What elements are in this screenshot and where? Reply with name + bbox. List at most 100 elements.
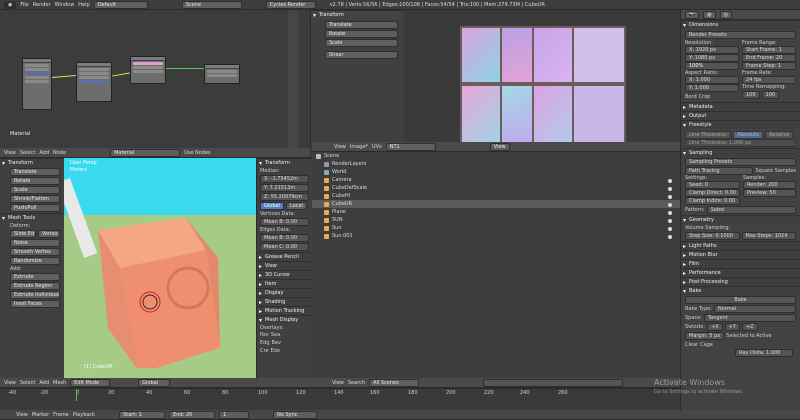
transform-panel-header[interactable]: Transform	[311, 10, 404, 19]
viewport-mesh-menu[interactable]: Mesh	[53, 380, 66, 386]
seams-checkbox[interactable]: Sea	[271, 332, 280, 338]
edge-marks-checkbox[interactable]: Ede	[271, 348, 280, 354]
outliner-sun[interactable]: Sun	[312, 224, 680, 232]
orientation-dropdown[interactable]: Global	[138, 378, 171, 387]
rotate-button[interactable]: Rotate	[325, 30, 398, 38]
sampling-presets-dropdown[interactable]: Sampling Presets	[685, 158, 796, 166]
smooth-vertex-tool[interactable]: Smooth Vertex	[10, 248, 60, 256]
remap-old[interactable]: 100	[742, 90, 760, 99]
layout-selector[interactable]: Default	[93, 0, 148, 9]
frame-step[interactable]: Frame Step: 1	[742, 62, 796, 70]
light-paths-header[interactable]: Light Paths	[681, 241, 800, 250]
cage-checkbox[interactable]: Cage	[700, 342, 713, 348]
slide-edge-tool[interactable]: Slide Ed	[10, 230, 36, 238]
timeline[interactable]: -40 -20 0 20 40 60 80 100 120 140 160 18…	[0, 388, 680, 410]
edge-mean-bevel[interactable]: Mean B: 0.00	[260, 234, 309, 242]
mesh-tools-header[interactable]: Mesh Tools	[0, 213, 64, 222]
n-transform-header[interactable]: Transform	[257, 158, 312, 167]
mesh-display-header[interactable]: Mesh Display	[257, 315, 312, 324]
current-frame-field[interactable]: 1	[219, 410, 250, 419]
noise-tool[interactable]: Noise	[10, 239, 60, 247]
3d-viewport[interactable]: User Persp Meters (1) CubeUR	[64, 158, 256, 378]
resolution-x[interactable]: X: 1920 px	[685, 46, 739, 54]
translate-button[interactable]: Translate	[325, 21, 398, 29]
square-samples-checkbox[interactable]: Square Samples	[755, 168, 796, 174]
timeline-marker-menu[interactable]: Marker	[32, 412, 49, 418]
swizzle-y[interactable]: +Y	[724, 322, 740, 331]
max-steps-field[interactable]: Max Steps: 1024	[741, 231, 796, 240]
sampling-header[interactable]: Sampling	[681, 148, 800, 157]
edges-checkbox[interactable]: Edg	[260, 340, 270, 346]
shear-button[interactable]: Shear	[325, 51, 398, 59]
viewport-add-menu[interactable]: Add	[39, 380, 49, 386]
absolute-button[interactable]: Absolute	[733, 130, 764, 139]
resolution-percent[interactable]: 100%	[685, 62, 739, 70]
shrink-flatten-tool[interactable]: Shrink/Flatten	[10, 195, 60, 203]
outliner-cubedefscale[interactable]: CubeDefScale	[312, 184, 680, 192]
post-processing-header[interactable]: Post Processing	[681, 277, 800, 286]
line-thickness-mode[interactable]: Line Thickness:	[685, 130, 732, 139]
space-dropdown[interactable]: Tangent	[703, 313, 796, 322]
step-size-field[interactable]: Step Size: 0.1000	[685, 231, 740, 240]
visibility-eye-icon[interactable]	[668, 195, 672, 199]
selected-to-active-checkbox[interactable]: Selected to Active	[726, 333, 771, 339]
bevel-checkbox[interactable]: Bev	[272, 340, 281, 346]
node-editor[interactable]: Material	[0, 10, 310, 148]
push-pull-tool[interactable]: Push/Pull	[10, 204, 60, 212]
uv-view-dropdown[interactable]: View	[489, 142, 510, 151]
extrude-dropdown[interactable]: Extrude	[10, 273, 60, 281]
transform-tools-header[interactable]: Transform	[0, 158, 64, 167]
aspect-x[interactable]: X: 1.000	[685, 76, 739, 84]
outliner-cubeur[interactable]: CubeUR	[312, 200, 680, 208]
uv-image-canvas[interactable]	[404, 10, 680, 148]
clear-checkbox[interactable]: Clear	[685, 342, 698, 348]
menu-render[interactable]: Render	[33, 2, 51, 8]
uv-uvs-menu[interactable]: UVs	[372, 144, 382, 150]
blender-logo-icon[interactable]: ◉	[4, 0, 17, 9]
median-y[interactable]: Y: 7.21513m	[260, 184, 309, 192]
outliner-cubehi[interactable]: CubeHI	[312, 192, 680, 200]
timeline-frame-menu[interactable]: Frame	[53, 412, 69, 418]
aspect-y[interactable]: Y: 1.000	[685, 84, 739, 92]
outliner-sun-upper[interactable]: SUN	[312, 216, 680, 224]
vertex-slide-tool[interactable]: Vertex	[37, 230, 60, 238]
uv-view-menu[interactable]: View	[334, 144, 346, 150]
ray-distance-field[interactable]: Ray Dista: 1.000	[735, 349, 793, 357]
end-frame[interactable]: End Frame: 20	[742, 54, 796, 62]
crop-checkbox[interactable]: Crop	[699, 94, 711, 100]
extrude-individual-tool[interactable]: Extrude Individual	[10, 291, 60, 299]
film-header[interactable]: Film	[681, 259, 800, 268]
add-menu[interactable]: Add	[39, 150, 49, 156]
select-menu[interactable]: Select	[20, 150, 35, 156]
mix-shader-node[interactable]	[130, 56, 166, 84]
fps-dropdown[interactable]: 24 fps	[742, 76, 796, 84]
resolution-y[interactable]: Y: 1080 px	[685, 54, 739, 62]
bake-header[interactable]: Bake	[681, 286, 800, 295]
inset-faces-tool[interactable]: Inset Faces	[10, 300, 60, 308]
timeline-playback-menu[interactable]: Playback	[73, 412, 95, 418]
menu-file[interactable]: File	[20, 2, 28, 8]
material-selector[interactable]: Material	[110, 148, 181, 157]
visibility-eye-icon[interactable]	[668, 187, 672, 191]
translate-tool[interactable]: Translate	[10, 168, 60, 176]
start-frame[interactable]: Start Frame: 1	[742, 46, 796, 54]
outliner-plane[interactable]: Plane	[312, 208, 680, 216]
node-menu[interactable]: Node	[53, 150, 66, 156]
rotate-tool[interactable]: Rotate	[10, 177, 60, 185]
freestyle-header[interactable]: Freestyle	[681, 120, 800, 129]
display-header[interactable]: Display	[257, 288, 312, 297]
extrude-region-tool[interactable]: Extrude Region	[10, 282, 60, 290]
node-sidebar-edge[interactable]	[288, 10, 298, 148]
viewport-view-menu[interactable]: View	[4, 380, 16, 386]
end-frame-field[interactable]: End: 20	[169, 410, 216, 419]
viewport-select-menu[interactable]: Select	[20, 380, 35, 386]
menu-help[interactable]: Help	[78, 2, 89, 8]
preview-samples-field[interactable]: Preview: 50	[742, 189, 796, 197]
bake-button[interactable]: Bake	[685, 296, 796, 304]
grease-pencil-header[interactable]: Grease Pencil	[257, 252, 312, 261]
performance-header[interactable]: Performance	[681, 268, 800, 277]
median-z[interactable]: Z: 55.20979cm	[260, 193, 309, 201]
outliner-renderlayers[interactable]: RenderLayers	[312, 160, 680, 168]
seed-field[interactable]: Seed: 0	[685, 181, 740, 189]
crease-checkbox[interactable]: Cre	[260, 348, 269, 354]
